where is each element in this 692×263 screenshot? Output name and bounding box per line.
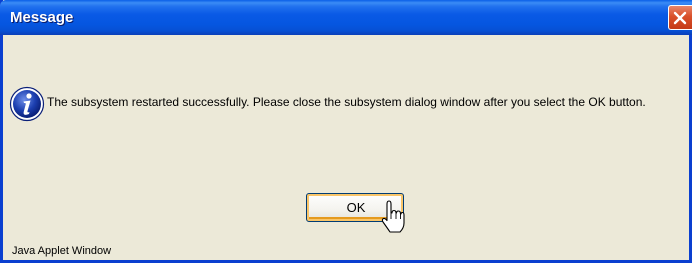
close-icon xyxy=(673,11,687,25)
title-bar[interactable]: Message xyxy=(0,0,692,35)
message-dialog-window: Message The subsystem restarted successf… xyxy=(0,0,692,263)
information-icon xyxy=(9,86,45,122)
java-applet-window-label: Java Applet Window xyxy=(12,245,112,257)
dialog-content xyxy=(3,35,689,260)
dialog-message: The subsystem restarted successfully. Pl… xyxy=(47,95,646,109)
close-button[interactable] xyxy=(668,5,692,30)
window-title: Message xyxy=(10,9,74,26)
mouse-pointer-icon xyxy=(381,200,405,233)
